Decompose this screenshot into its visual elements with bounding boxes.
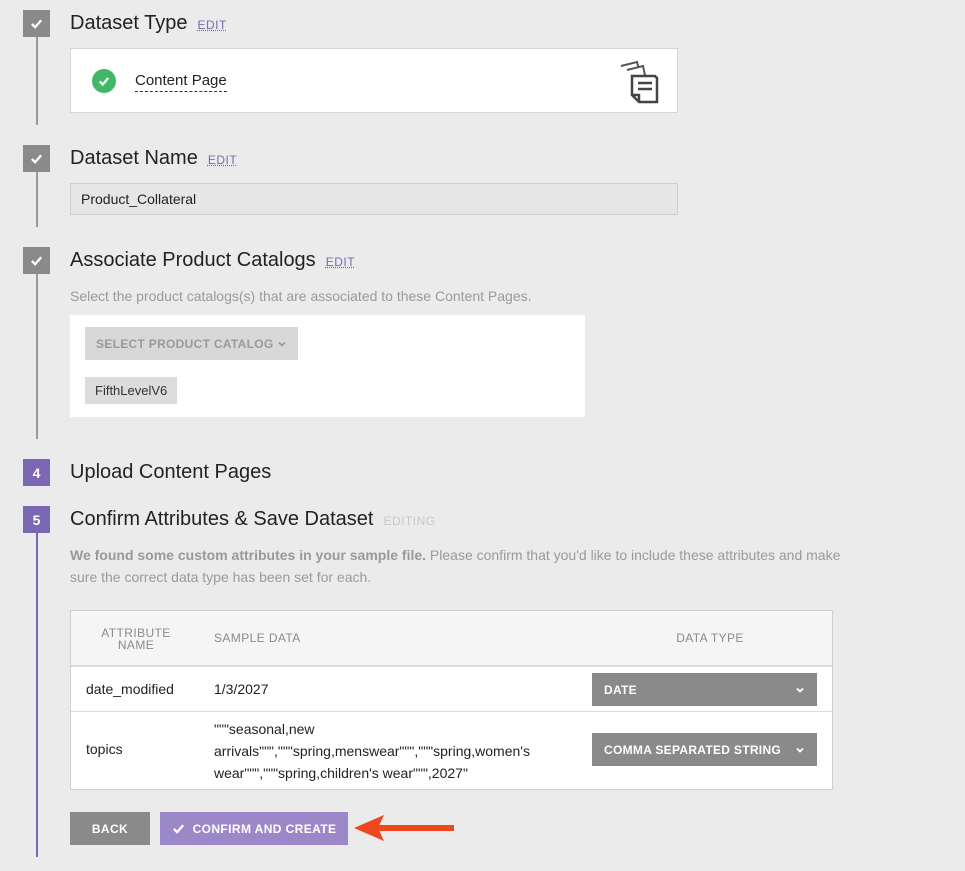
table-header: ATTRIBUTE NAME SAMPLE DATA DATA TYPE xyxy=(71,611,832,667)
column-header-data-type: DATA TYPE xyxy=(676,631,744,645)
step-5-number-badge: 5 xyxy=(23,506,50,533)
column-header-attribute-line2: NAME xyxy=(117,638,155,652)
attribute-name-cell: topics xyxy=(86,741,123,757)
step-2-title-text: Dataset Name xyxy=(70,147,198,169)
step-3-connector xyxy=(36,274,38,439)
step-2-complete-badge xyxy=(23,145,50,172)
step-1-edit-link[interactable]: EDIT xyxy=(197,18,226,32)
dataset-type-card: Content Page xyxy=(70,48,678,113)
step-5-description: We found some custom attributes in your … xyxy=(70,544,850,588)
sample-data-cell: """seasonal,new arrivals""","""spring,me… xyxy=(214,718,544,784)
step-4-title: Upload Content Pages xyxy=(70,461,271,484)
product-catalog-panel: SELECT PRODUCT CATALOG FifthLevelV6 xyxy=(70,315,585,417)
sample-data-cell: 1/3/2027 xyxy=(214,681,269,697)
step-2-connector xyxy=(36,172,38,227)
column-header-attribute-name: ATTRIBUTE NAME xyxy=(93,627,179,651)
attributes-table: ATTRIBUTE NAME SAMPLE DATA DATA TYPE dat… xyxy=(70,610,833,790)
attribute-name-cell: date_modified xyxy=(86,681,174,697)
check-icon xyxy=(31,256,42,266)
chevron-down-icon xyxy=(796,687,804,693)
annotation-arrow-icon xyxy=(354,815,454,841)
step-1-title: Dataset Type EDIT xyxy=(70,12,227,35)
step-2-title: Dataset Name EDIT xyxy=(70,147,237,170)
sample-data-line: """seasonal,new xyxy=(214,721,315,737)
check-icon xyxy=(31,19,42,29)
data-type-value: COMMA SEPARATED STRING xyxy=(604,742,782,757)
step-5-title: Confirm Attributes & Save Dataset EDITIN… xyxy=(70,508,436,531)
step-3-title-text: Associate Product Catalogs xyxy=(70,249,316,271)
step-3-complete-badge xyxy=(23,247,50,274)
selected-catalog-chip[interactable]: FifthLevelV6 xyxy=(85,377,178,404)
column-header-sample-data: SAMPLE DATA xyxy=(214,631,301,645)
step-5-status-label: EDITING xyxy=(383,514,436,528)
step-5-title-text: Confirm Attributes & Save Dataset xyxy=(70,508,374,530)
confirm-button-label: CONFIRM AND CREATE xyxy=(192,821,337,836)
confirm-and-create-button[interactable]: CONFIRM AND CREATE xyxy=(160,812,348,845)
dataset-name-field[interactable]: Product_Collateral xyxy=(70,183,678,215)
step-3-edit-link[interactable]: EDIT xyxy=(326,255,355,269)
table-row: date_modified 1/3/2027 DATE xyxy=(71,667,832,712)
step-4-number-badge: 4 xyxy=(23,459,50,486)
content-page-document-icon xyxy=(620,60,659,104)
step-5-connector xyxy=(36,532,38,857)
chevron-down-icon xyxy=(796,747,804,753)
step-2-edit-link[interactable]: EDIT xyxy=(208,153,237,167)
back-button-label: BACK xyxy=(91,821,129,836)
check-icon xyxy=(172,824,184,834)
step-1-complete-badge xyxy=(23,10,50,37)
step-3-title: Associate Product Catalogs EDIT xyxy=(70,249,355,272)
dataset-type-label[interactable]: Content Page xyxy=(135,72,227,92)
step-4-title-text: Upload Content Pages xyxy=(70,461,272,483)
chevron-down-icon xyxy=(278,341,287,347)
sample-data-line: wear""","""spring,children's wear""",202… xyxy=(214,765,468,781)
step-5-description-bold: We found some custom attributes in your … xyxy=(70,547,427,563)
step-1-title-text: Dataset Type xyxy=(70,12,188,34)
select-product-catalog-label: SELECT PRODUCT CATALOG xyxy=(96,336,274,351)
data-type-dropdown[interactable]: COMMA SEPARATED STRING xyxy=(592,733,817,766)
step-1-connector xyxy=(36,37,38,125)
back-button[interactable]: BACK xyxy=(70,812,150,845)
data-type-dropdown[interactable]: DATE xyxy=(592,673,817,706)
step-3-description: Select the product catalogs(s) that are … xyxy=(70,288,532,304)
sample-data-line: arrivals""","""spring,menswear""","""spr… xyxy=(214,743,530,759)
check-circle-icon xyxy=(92,69,116,93)
check-icon xyxy=(31,154,42,164)
table-row: topics """seasonal,new arrivals""","""sp… xyxy=(71,712,832,789)
select-product-catalog-button[interactable]: SELECT PRODUCT CATALOG xyxy=(85,327,299,360)
data-type-value: DATE xyxy=(604,682,637,697)
